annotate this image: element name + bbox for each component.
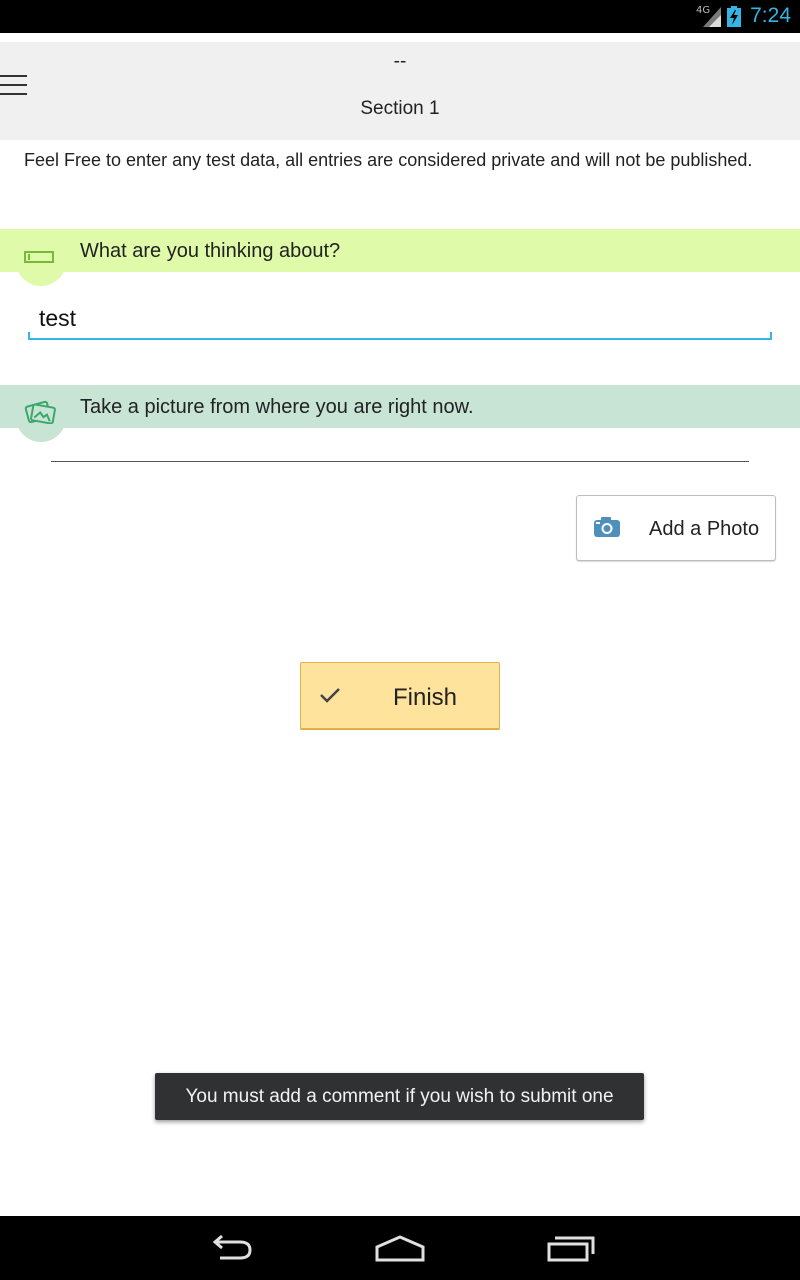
photos-icon: [24, 400, 56, 424]
navigation-bar: [0, 1216, 800, 1280]
toast-message: You must add a comment if you wish to su…: [155, 1073, 644, 1120]
battery-charging-icon: [727, 6, 741, 27]
clock-time: 7:24: [750, 4, 791, 27]
section-title: Section 1: [360, 98, 440, 119]
input-underline-edge: [770, 332, 772, 340]
checkmark-icon: [320, 688, 340, 703]
home-icon[interactable]: [375, 1234, 425, 1262]
toast-text: You must add a comment if you wish to su…: [185, 1086, 614, 1107]
finish-label: Finish: [393, 684, 458, 711]
page-title: --: [393, 51, 407, 72]
question-badge: [16, 392, 66, 442]
photo-divider: [51, 461, 749, 462]
back-icon[interactable]: [206, 1234, 254, 1262]
text-field-icon: [24, 251, 54, 263]
add-photo-label: Add a Photo: [649, 518, 760, 540]
recent-apps-icon[interactable]: [547, 1234, 595, 1262]
question-badge: [16, 236, 66, 286]
question-text: Take a picture from where you are right …: [80, 396, 474, 418]
input-underline-edge: [28, 332, 30, 340]
question-header: What are you thinking about?: [0, 229, 800, 286]
intro-text: Feel Free to enter any test data, all en…: [24, 150, 753, 170]
app-header: -- Section 1: [0, 33, 800, 140]
finish-button[interactable]: Finish: [300, 662, 500, 729]
app-screen: 4G 7:24 -- Section 1 Feel Free to enter …: [0, 0, 800, 1280]
question-text: What are you thinking about?: [80, 240, 341, 262]
add-photo-button[interactable]: Add a Photo: [576, 495, 776, 561]
camera-icon: [594, 517, 620, 537]
hamburger-menu-icon[interactable]: [0, 75, 28, 97]
signal-icon: [703, 7, 721, 27]
header-divider: [0, 33, 800, 42]
status-bar: 4G 7:24: [0, 0, 800, 33]
answer-input[interactable]: [28, 298, 772, 340]
question-header: Take a picture from where you are right …: [0, 385, 800, 442]
